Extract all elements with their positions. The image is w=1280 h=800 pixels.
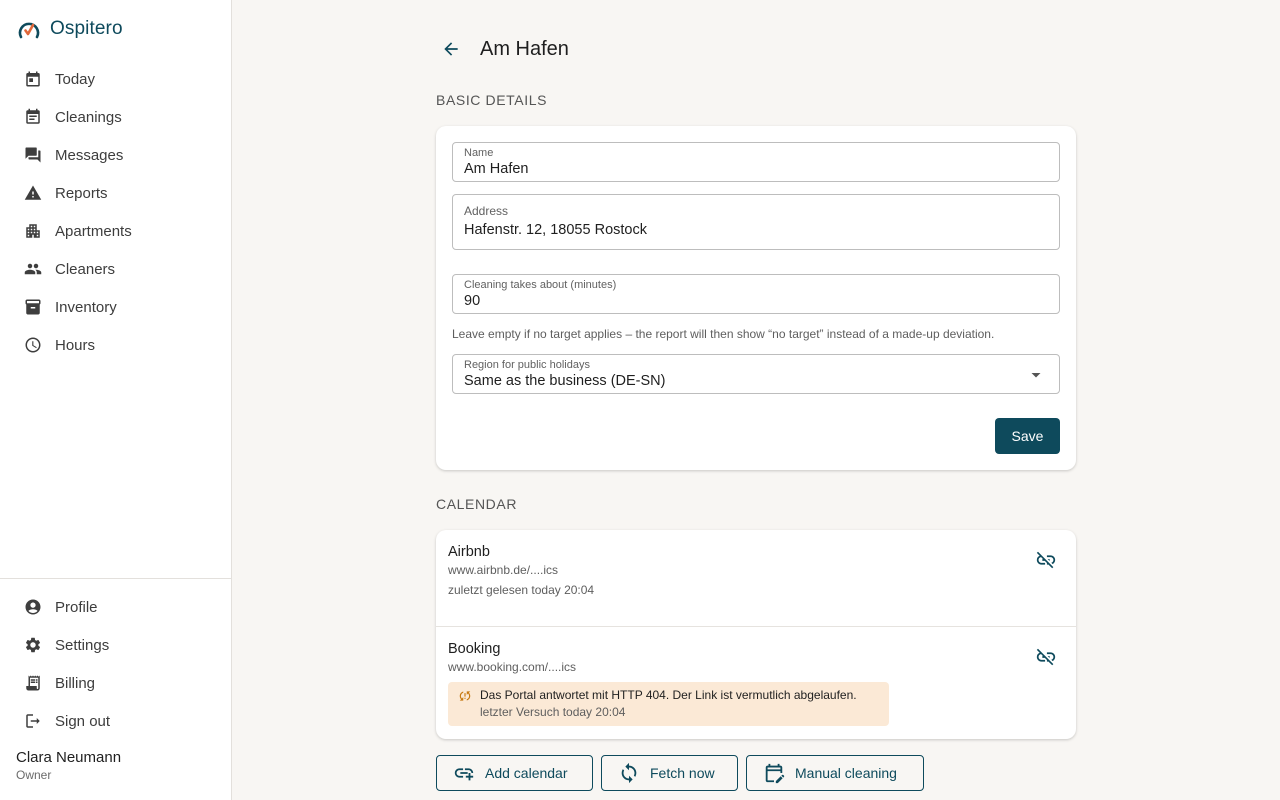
- sidebar-item-reports[interactable]: Reports: [8, 174, 224, 212]
- warning-icon: [24, 184, 42, 202]
- page-title: Am Hafen: [480, 37, 569, 60]
- clock-icon: [24, 336, 42, 354]
- calendar-row-booking: Booking www.booking.com/....ics Das Port…: [436, 530, 1076, 739]
- sidebar-item-label: Profile: [55, 598, 98, 616]
- sidebar: Ospitero Today Cleanings Messages Report…: [0, 0, 232, 800]
- fetch-now-label: Fetch now: [650, 765, 715, 781]
- sidebar-item-settings[interactable]: Settings: [8, 626, 224, 664]
- calendar-name: Booking: [448, 641, 501, 657]
- brand[interactable]: Ospitero: [16, 16, 123, 42]
- current-user: Clara Neumann Owner: [16, 749, 121, 782]
- manual-cleaning-button[interactable]: Manual cleaning: [746, 755, 924, 791]
- save-button[interactable]: Save: [995, 418, 1060, 454]
- sidebar-item-label: Inventory: [55, 298, 117, 316]
- calendar-card: Airbnb www.airbnb.de/....ics zuletzt gel…: [436, 530, 1076, 739]
- cleaning-duration-field[interactable]: Cleaning takes about (minutes) 90: [452, 274, 1060, 314]
- cleaning-duration-label: Cleaning takes about (minutes): [464, 279, 617, 291]
- address-field-value: Hafenstr. 12, 18055 Rostock: [464, 222, 647, 238]
- sidebar-item-inventory[interactable]: Inventory: [8, 288, 224, 326]
- sidebar-item-label: Billing: [55, 674, 96, 692]
- cleaning-duration-value: 90: [464, 293, 481, 309]
- manual-cleaning-label: Manual cleaning: [795, 765, 897, 781]
- sidebar-item-label: Cleanings: [55, 108, 122, 126]
- sync-icon: [618, 762, 640, 784]
- holiday-region-select[interactable]: Region for public holidays Same as the b…: [452, 354, 1060, 394]
- calendar-heading: CALENDAR: [436, 496, 518, 512]
- calendar-url: www.booking.com/....ics: [448, 660, 577, 674]
- address-field[interactable]: Address Hafenstr. 12, 18055 Rostock: [452, 194, 1060, 250]
- calendar-actions: Add calendar Fetch now Manual cleaning: [436, 755, 924, 791]
- apartment-icon: [24, 222, 42, 240]
- sidebar-item-label: Sign out: [55, 712, 111, 730]
- name-field[interactable]: Name Am Hafen: [452, 142, 1060, 182]
- add-calendar-label: Add calendar: [485, 765, 568, 781]
- chat-icon: [24, 146, 42, 164]
- sidebar-item-label: Apartments: [55, 222, 132, 240]
- receipt-icon: [24, 674, 42, 692]
- sidebar-item-cleaners[interactable]: Cleaners: [8, 250, 224, 288]
- basic-details-card: Name Am Hafen Address Hafenstr. 12, 1805…: [436, 126, 1076, 470]
- sidebar-item-sign-out[interactable]: Sign out: [8, 702, 224, 740]
- dropdown-caret-icon: [1029, 368, 1043, 382]
- user-name: Clara Neumann: [16, 749, 122, 766]
- sidebar-item-today[interactable]: Today: [8, 60, 224, 98]
- edit-calendar-icon: [763, 762, 785, 784]
- sidebar-item-profile[interactable]: Profile: [8, 588, 224, 626]
- event-note-icon: [24, 108, 42, 126]
- add-link-icon: [453, 762, 475, 784]
- account-circle-icon: [24, 598, 42, 616]
- sidebar-bottom-nav: Profile Settings Billing Sign out: [8, 588, 224, 740]
- sidebar-item-apartments[interactable]: Apartments: [8, 212, 224, 250]
- basic-details-heading: BASIC DETAILS: [436, 92, 548, 108]
- fetch-now-button[interactable]: Fetch now: [601, 755, 738, 791]
- sidebar-item-label: Cleaners: [55, 260, 116, 278]
- ospitero-logo-icon: [16, 16, 42, 42]
- sidebar-item-messages[interactable]: Messages: [8, 136, 224, 174]
- sidebar-item-hours[interactable]: Hours: [8, 326, 224, 364]
- sidebar-item-label: Settings: [55, 636, 110, 654]
- calendar-today-icon: [24, 70, 42, 88]
- name-field-label: Name: [464, 147, 494, 159]
- sidebar-nav: Today Cleanings Messages Reports Apartme…: [8, 60, 224, 364]
- sidebar-item-label: Reports: [55, 184, 108, 202]
- sync-problem-icon: [458, 689, 472, 703]
- unlink-icon[interactable]: [1034, 645, 1058, 669]
- name-field-value: Am Hafen: [464, 161, 529, 177]
- sidebar-item-billing[interactable]: Billing: [8, 664, 224, 702]
- sidebar-item-cleanings[interactable]: Cleanings: [8, 98, 224, 136]
- sidebar-item-label: Today: [55, 70, 96, 88]
- archive-icon: [24, 298, 42, 316]
- sidebar-item-label: Hours: [55, 336, 96, 354]
- holiday-region-value: Same as the business (DE-SN): [464, 373, 666, 389]
- brand-name: Ospitero: [50, 18, 123, 39]
- add-calendar-button[interactable]: Add calendar: [436, 755, 593, 791]
- holiday-region-label: Region for public holidays: [464, 359, 590, 371]
- people-icon: [24, 260, 42, 278]
- back-arrow-icon[interactable]: [436, 34, 466, 64]
- page-header: Am Hafen: [436, 34, 569, 64]
- address-field-label: Address: [464, 204, 509, 218]
- sync-error-banner: Das Portal antwortet mit HTTP 404. Der L…: [448, 682, 889, 726]
- sidebar-item-label: Messages: [55, 146, 124, 164]
- sync-error-message: Das Portal antwortet mit HTTP 404. Der L…: [480, 688, 857, 702]
- cleaning-duration-helper: Leave empty if no target applies – the r…: [452, 327, 995, 341]
- logout-icon: [24, 712, 42, 730]
- sidebar-divider: [0, 578, 231, 579]
- sync-last-attempt: letzter Versuch today 20:04: [480, 705, 626, 719]
- gear-icon: [24, 636, 42, 654]
- user-role: Owner: [16, 768, 52, 782]
